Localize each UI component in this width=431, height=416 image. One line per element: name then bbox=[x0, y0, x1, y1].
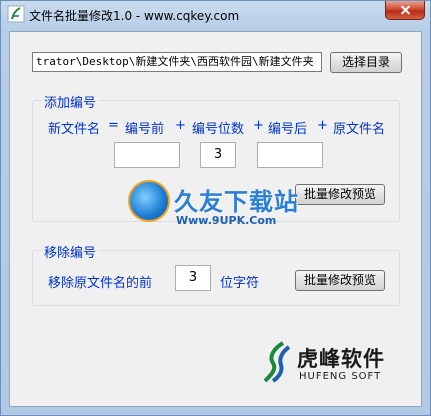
formula-suffix: 编号后 bbox=[268, 122, 308, 137]
remove-preview-button[interactable]: 批量修改预览 bbox=[295, 270, 385, 291]
remove-label-before: 移除原文件名的前 bbox=[48, 276, 153, 291]
formula-eq: = bbox=[108, 118, 119, 133]
select-directory-button[interactable]: 选择目录 bbox=[330, 52, 402, 73]
add-preview-button[interactable]: 批量修改预览 bbox=[295, 184, 385, 205]
add-number-group-title: 添加编号 bbox=[42, 92, 99, 111]
formula-digits: 编号位数 bbox=[192, 122, 245, 137]
remove-label-after: 位字符 bbox=[220, 276, 260, 291]
digits-input[interactable]: 3 bbox=[200, 142, 236, 168]
prefix-input[interactable] bbox=[114, 142, 180, 168]
download-site-logo-icon bbox=[128, 180, 170, 222]
app-icon bbox=[7, 5, 25, 23]
formula-original: 原文件名 bbox=[333, 122, 386, 137]
watermark-title: 久友下载站 bbox=[174, 188, 299, 216]
watermark-url: Www.9UPK.Com bbox=[176, 214, 277, 227]
formula-new-name: 新文件名 bbox=[48, 122, 101, 137]
watermark: 久友下载站 Www.9UPK.Com bbox=[128, 180, 308, 238]
formula-plus-1: + bbox=[175, 118, 186, 133]
formula-prefix: 编号前 bbox=[125, 122, 165, 137]
brand: 虎峰软件 HUFENG SOFT bbox=[263, 339, 413, 389]
formula-plus-3: + bbox=[317, 118, 328, 133]
main-window: 文件名批量修改1.0 - www.cqkey.com trator\Deskto… bbox=[0, 0, 431, 416]
formula-plus-2: + bbox=[253, 118, 264, 133]
remove-number-group-title: 移除编号 bbox=[42, 242, 99, 261]
window-title: 文件名批量修改1.0 - www.cqkey.com bbox=[29, 9, 240, 23]
brand-name: 虎峰软件 bbox=[297, 347, 385, 371]
remove-count-input[interactable]: 3 bbox=[175, 265, 211, 291]
hufeng-logo-icon bbox=[263, 341, 291, 383]
brand-name-en: HUFENG SOFT bbox=[299, 371, 382, 382]
close-button[interactable] bbox=[385, 1, 425, 20]
title-bar[interactable]: 文件名批量修改1.0 - www.cqkey.com bbox=[1, 1, 430, 29]
directory-path-field[interactable]: trator\Desktop\新建文件夹\西西软件园\新建文件夹 bbox=[32, 52, 322, 72]
suffix-input[interactable] bbox=[257, 142, 323, 168]
